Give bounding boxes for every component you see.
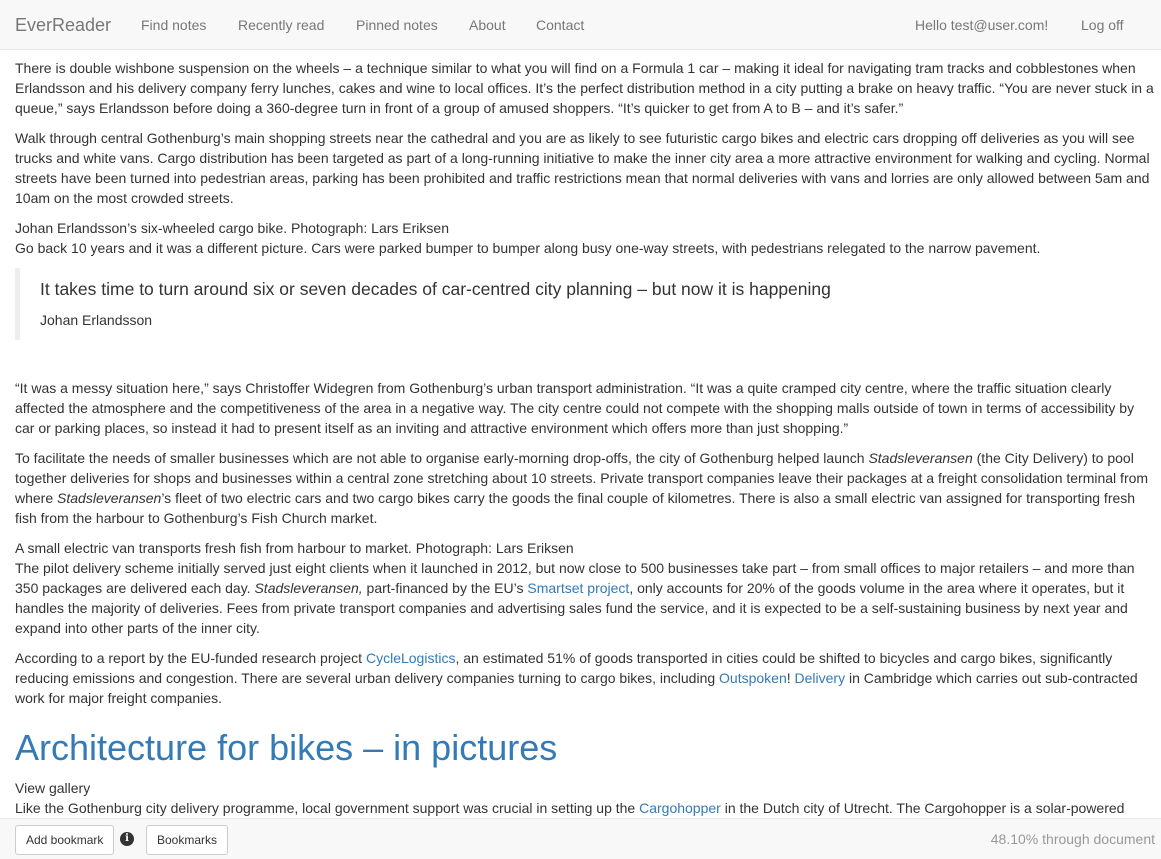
paragraph: According to a report by the EU-funded r… — [15, 650, 1138, 706]
cargohopper-link[interactable]: Cargohopper — [639, 800, 721, 816]
delivery-link[interactable]: Delivery — [791, 670, 846, 686]
quote-author: Johan Erlandsson — [40, 312, 153, 328]
paragraph: Walk through central Gothenburg’s main s… — [15, 130, 1150, 206]
cyclelogistics-link[interactable]: CycleLogistics — [366, 650, 455, 666]
pull-quote: It takes time to turn around six or seve… — [15, 268, 1156, 340]
paragraph: “It was a messy situation here,” says Ch… — [15, 380, 1135, 436]
paragraph: Go back 10 years and it was a different … — [15, 240, 1041, 256]
nav-find-notes[interactable]: Find notes — [141, 16, 206, 34]
section-heading: Architecture for bikes – in pictures — [15, 727, 558, 768]
nav-recently-read[interactable]: Recently read — [238, 16, 324, 34]
user-greeting[interactable]: Hello test@user.com! — [915, 16, 1048, 34]
logout-link[interactable]: Log off — [1081, 16, 1124, 34]
top-navbar: EverReader Find notes Recently read Pinn… — [0, 0, 1161, 50]
image-caption: A small electric van transports fresh fi… — [15, 540, 574, 556]
brand-logo[interactable]: EverReader — [15, 14, 111, 36]
smartset-link[interactable]: Smartset project — [527, 580, 629, 596]
paragraph: The pilot delivery scheme initially serv… — [15, 560, 1135, 636]
view-gallery-text: View gallery — [15, 780, 91, 796]
nav-about[interactable]: About — [469, 16, 506, 34]
paragraph: To facilitate the needs of smaller busin… — [15, 450, 1149, 526]
quote-text: It takes time to turn around six or seve… — [40, 279, 831, 299]
add-bookmark-button[interactable]: Add bookmark — [15, 825, 115, 855]
reading-progress: 48.10% through document — [990, 831, 1155, 847]
nav-pinned-notes[interactable]: Pinned notes — [356, 16, 438, 34]
article-body: There is double wishbone suspension on t… — [15, 58, 1156, 818]
info-icon[interactable]: i — [120, 832, 134, 846]
paragraph: Like the Gothenburg city delivery progra… — [15, 800, 1125, 816]
bottom-toolbar: Add bookmark i Bookmarks 48.10% through … — [0, 818, 1161, 859]
paragraph: There is double wishbone suspension on t… — [15, 60, 1154, 116]
nav-contact[interactable]: Contact — [536, 16, 584, 34]
outspoken-link[interactable]: Outspoken — [719, 670, 787, 686]
bookmarks-button[interactable]: Bookmarks — [146, 825, 229, 855]
image-caption: Johan Erlandsson’s six-wheeled cargo bik… — [15, 220, 449, 236]
